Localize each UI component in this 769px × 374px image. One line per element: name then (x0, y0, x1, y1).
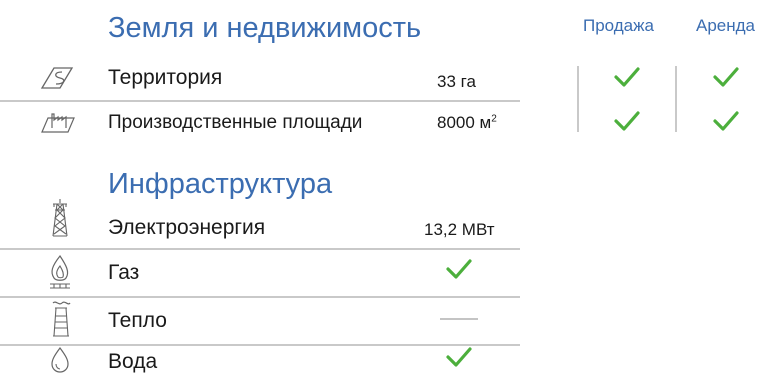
land-column-divider-left (577, 66, 579, 132)
power-tower-icon (51, 198, 69, 238)
territory-label: Территория (108, 66, 223, 89)
gas-check-icon (446, 258, 472, 280)
territory-icon (40, 62, 74, 92)
infra-divider-2 (0, 296, 520, 298)
heat-label: Тепло (108, 309, 167, 332)
production-area-value: 8000 м2 (437, 113, 497, 132)
infra-section-title: Инфраструктура (108, 168, 333, 200)
heat-none-dash (440, 318, 478, 320)
land-row-divider (0, 100, 520, 102)
production-area-label: Производственные площади (108, 112, 363, 133)
water-check-icon (446, 346, 472, 368)
water-drop-icon (48, 346, 72, 374)
heat-radiator-icon (50, 298, 72, 338)
gas-flame-icon (46, 252, 74, 292)
infra-divider-3 (0, 344, 520, 346)
electricity-label: Электроэнергия (108, 216, 266, 239)
territory-value: 33 га (437, 72, 476, 91)
column-header-sale: Продажа (583, 16, 654, 35)
column-header-rent: Аренда (696, 16, 756, 35)
factory-icon (40, 106, 76, 136)
land-section-title: Земля и недвижимость (108, 12, 422, 44)
water-label: Вода (108, 350, 158, 373)
territory-rent-check-icon (713, 66, 739, 88)
land-column-divider-right (675, 66, 677, 132)
gas-label: Газ (108, 261, 140, 284)
production-sale-check-icon (614, 110, 640, 132)
electricity-value: 13,2 МВт (424, 220, 495, 239)
production-rent-check-icon (713, 110, 739, 132)
infra-divider-1 (0, 248, 520, 250)
territory-sale-check-icon (614, 66, 640, 88)
